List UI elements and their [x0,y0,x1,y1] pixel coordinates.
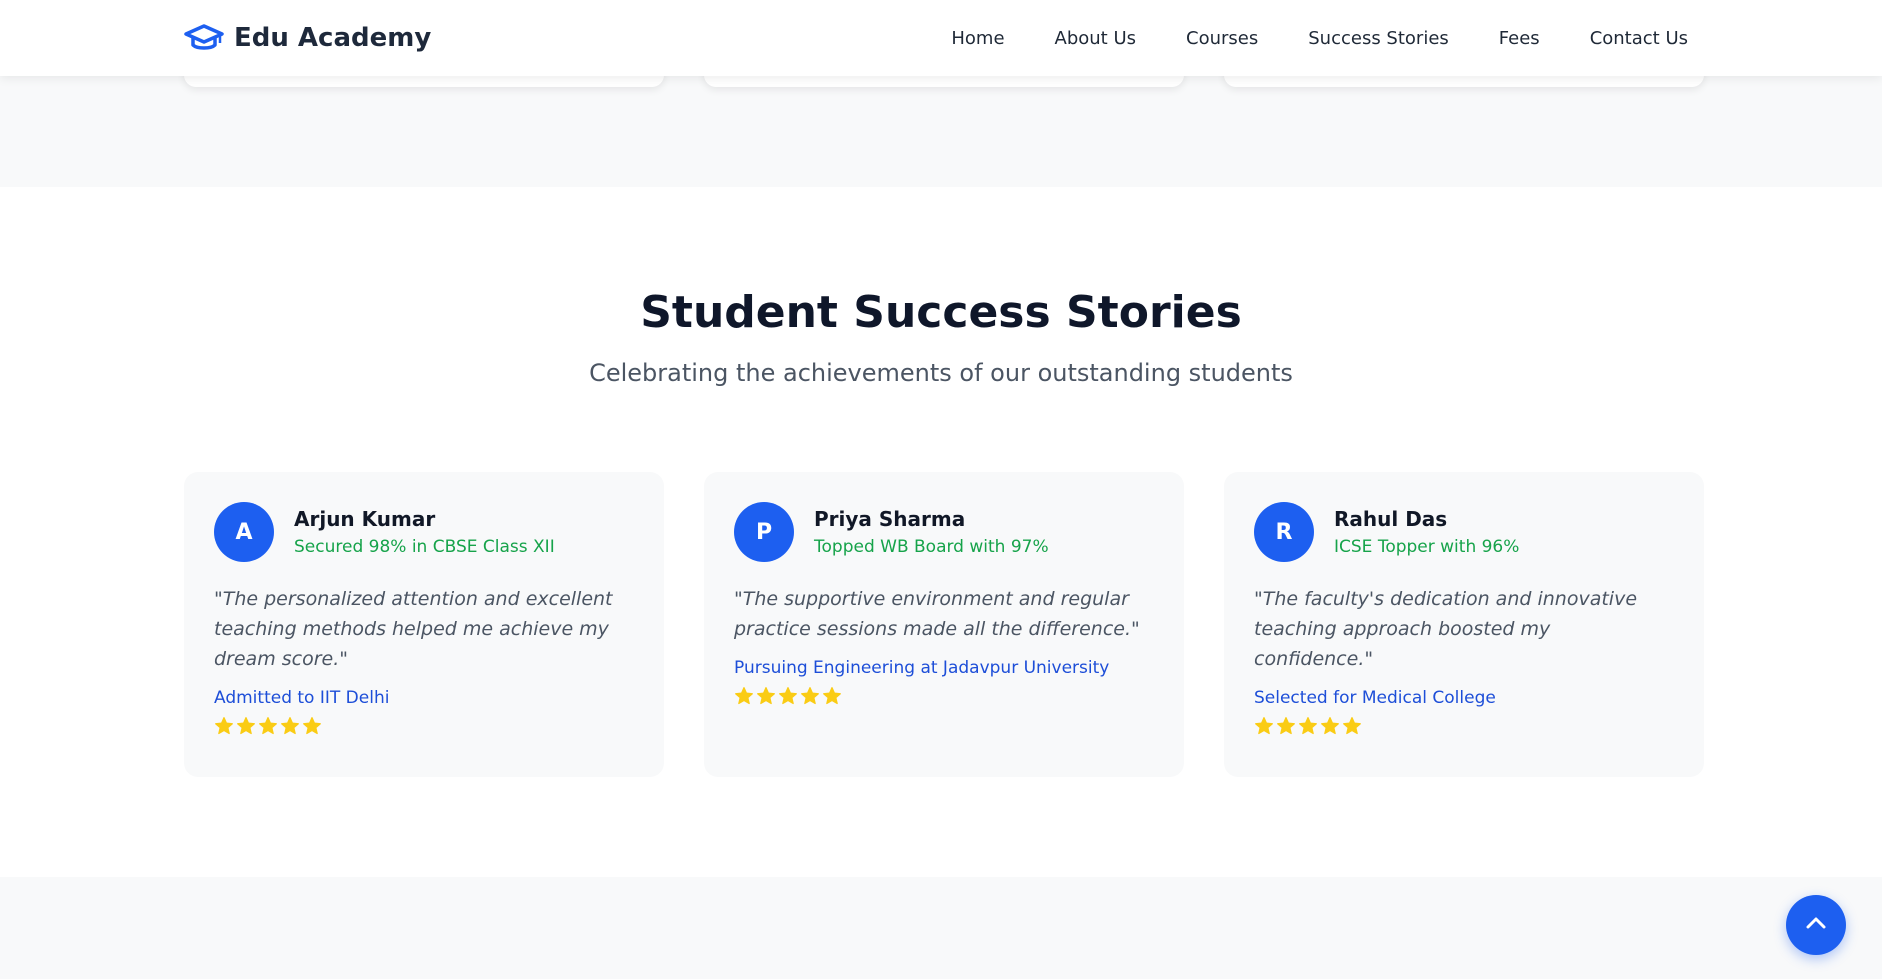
graduation-cap-icon [184,23,224,53]
star-icon [237,717,255,735]
star-icon [1299,717,1317,735]
outcome-text: Admitted to IIT Delhi [214,688,390,708]
nav-link-about-us[interactable]: About Us [1055,28,1137,49]
star-icon [1277,717,1295,735]
star-icon [735,687,753,705]
success-stories-section: Student Success Stories Celebrating the … [0,187,1882,877]
student-name: Rahul Das [1334,507,1448,531]
navbar: Edu Academy Home About Us Courses Succes… [0,0,1882,76]
star-icon [259,717,277,735]
nav-links: Home About Us Courses Success Stories Fe… [951,0,1688,76]
star-icon [801,687,819,705]
achievement-text: Topped WB Board with 97% [814,537,1049,557]
nav-link-fees[interactable]: Fees [1499,28,1540,49]
section-title: Student Success Stories [640,287,1242,338]
student-name: Priya Sharma [814,507,966,531]
story-card-header: A Arjun Kumar Secured 98% in CBSE Class … [214,502,634,562]
star-rating [1254,716,1674,736]
story-card-header: R Rahul Das ICSE Topper with 96% [1254,502,1674,562]
outcome-text: Pursuing Engineering at Jadavpur Univers… [734,658,1110,678]
story-card: A Arjun Kumar Secured 98% in CBSE Class … [184,472,664,777]
testimonial-quote: "The personalized attention and excellen… [214,588,613,670]
brand-name: Edu Academy [234,23,432,53]
star-icon [303,717,321,735]
nav-link-contact-us[interactable]: Contact Us [1590,28,1688,49]
star-rating [734,686,1154,706]
story-card-header: P Priya Sharma Topped WB Board with 97% [734,502,1154,562]
testimonial-quote: "The supportive environment and regular … [734,588,1140,640]
avatar: P [734,502,794,562]
star-icon [1255,717,1273,735]
avatar: R [1254,502,1314,562]
star-rating [214,716,634,736]
next-section [0,877,1882,979]
nav-link-success-stories[interactable]: Success Stories [1308,28,1449,49]
brand-logo-link[interactable]: Edu Academy [184,20,431,56]
student-name: Arjun Kumar [294,507,436,531]
achievement-text: ICSE Topper with 96% [1334,537,1520,557]
star-icon [1343,717,1361,735]
star-icon [757,687,775,705]
avatar: A [214,502,274,562]
star-icon [215,717,233,735]
nav-link-courses[interactable]: Courses [1186,28,1258,49]
back-to-top-button[interactable] [1786,895,1846,955]
story-card: R Rahul Das ICSE Topper with 96% "The fa… [1224,472,1704,777]
star-icon [281,717,299,735]
star-icon [779,687,797,705]
story-card: P Priya Sharma Topped WB Board with 97% … [704,472,1184,777]
star-icon [1321,717,1339,735]
star-icon [823,687,841,705]
outcome-text: Selected for Medical College [1254,688,1496,708]
testimonial-quote: "The faculty's dedication and innovative… [1254,588,1638,670]
nav-link-home[interactable]: Home [951,28,1004,49]
chevron-up-icon [1805,916,1827,935]
section-subtitle: Celebrating the achievements of our outs… [589,359,1293,387]
achievement-text: Secured 98% in CBSE Class XII [294,537,555,557]
story-cards: A Arjun Kumar Secured 98% in CBSE Class … [184,472,1704,777]
